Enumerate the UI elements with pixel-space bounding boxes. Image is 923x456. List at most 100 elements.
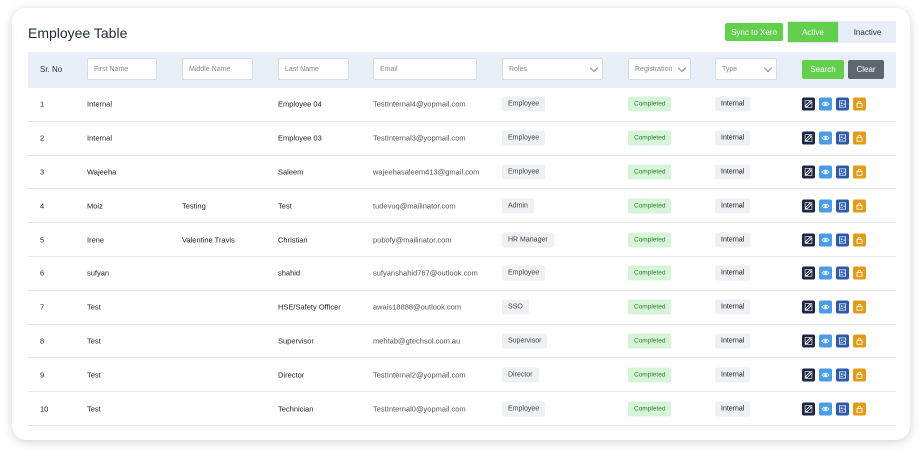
profile-button[interactable] — [836, 199, 849, 213]
profile-button[interactable] — [836, 165, 849, 179]
view-button[interactable] — [819, 368, 832, 382]
edit-button[interactable] — [802, 199, 815, 213]
lock-button[interactable] — [853, 97, 866, 111]
type-badge: Internal — [715, 333, 751, 349]
profile-button[interactable] — [836, 402, 849, 416]
table-row: 8 Test Supervisor mehtab@gtechsol.com.au Sup… — [28, 325, 896, 359]
active-toggle-button[interactable]: Active — [787, 21, 839, 43]
email-cell: TestInternal0@yopmail.com — [373, 404, 466, 414]
clear-button[interactable]: Clear — [848, 60, 884, 79]
first-name-cell: Test — [87, 336, 101, 346]
edit-button[interactable] — [802, 97, 815, 111]
sr-no-cell: 2 — [40, 133, 45, 143]
row-actions — [802, 334, 866, 348]
view-button[interactable] — [819, 233, 832, 247]
table-row: 5 Irene Valentine Travis Christian pubofy@ma… — [28, 223, 896, 257]
user-card-icon — [838, 100, 847, 109]
lock-button[interactable] — [853, 300, 866, 314]
employee-table-body: 1 Internal Employee 04 TestInternal4@yopmai… — [28, 88, 896, 426]
view-button[interactable] — [819, 300, 832, 314]
status-badge: Completed — [628, 401, 672, 417]
type-badge: Internal — [715, 96, 751, 112]
view-button[interactable] — [819, 402, 832, 416]
view-button[interactable] — [819, 97, 832, 111]
edit-button[interactable] — [802, 233, 815, 247]
last-name-input[interactable]: Last Name — [278, 58, 349, 80]
inactive-toggle-button[interactable]: Inactive — [839, 21, 896, 43]
status-badge: Completed — [628, 164, 672, 180]
chevron-down-icon — [589, 63, 599, 72]
row-actions — [802, 165, 866, 179]
profile-button[interactable] — [836, 266, 849, 280]
edit-icon — [804, 201, 813, 210]
sr-no-cell: 9 — [40, 370, 45, 380]
profile-button[interactable] — [836, 368, 849, 382]
status-badge: Completed — [628, 367, 672, 383]
role-badge: Employee — [502, 401, 546, 417]
lock-button[interactable] — [853, 165, 866, 179]
profile-button[interactable] — [836, 233, 849, 247]
profile-button[interactable] — [836, 334, 849, 348]
lock-button[interactable] — [853, 233, 866, 247]
type-select[interactable]: Type — [715, 58, 777, 80]
edit-button[interactable] — [802, 402, 815, 416]
edit-button[interactable] — [802, 368, 815, 382]
user-card-icon — [838, 370, 847, 379]
view-button[interactable] — [819, 199, 832, 213]
lock-icon — [855, 269, 864, 278]
view-button[interactable] — [819, 334, 832, 348]
edit-button[interactable] — [802, 334, 815, 348]
lock-button[interactable] — [853, 368, 866, 382]
email-input[interactable]: Email — [373, 58, 477, 80]
profile-button[interactable] — [836, 300, 849, 314]
edit-button[interactable] — [802, 266, 815, 280]
table-row: 7 Test HSE/Safety Officer awais18888@outloo… — [28, 291, 896, 325]
roles-select[interactable]: Roles — [502, 58, 603, 80]
search-button[interactable]: Search — [802, 60, 844, 79]
first-name-input[interactable]: First Name — [87, 58, 157, 80]
email-cell: wajeehasaleem413@gmail.com — [373, 167, 480, 177]
middle-name-input[interactable]: Middle Name — [182, 58, 253, 80]
lock-button[interactable] — [853, 131, 866, 145]
edit-button[interactable] — [802, 131, 815, 145]
email-cell: tudevuq@mailinator.com — [373, 201, 456, 211]
type-badge: Internal — [715, 299, 751, 315]
role-badge: Director — [502, 367, 539, 383]
sr-no-cell: 6 — [40, 268, 45, 278]
first-name-cell: Wajeeha — [87, 167, 117, 177]
user-card-icon — [838, 269, 847, 278]
status-badge: Completed — [628, 265, 672, 281]
lock-icon — [855, 370, 864, 379]
lock-button[interactable] — [853, 334, 866, 348]
user-card-icon — [838, 235, 847, 244]
edit-icon — [804, 100, 813, 109]
first-name-cell: Test — [87, 370, 101, 380]
lock-button[interactable] — [853, 199, 866, 213]
email-cell: sufyanshahid767@outlook.com — [373, 268, 478, 278]
lock-button[interactable] — [853, 402, 866, 416]
lock-button[interactable] — [853, 266, 866, 280]
role-badge: Employee — [502, 265, 546, 281]
sync-to-xero-button[interactable]: Sync to Xero — [725, 23, 783, 41]
email-cell: pubofy@mailinator.com — [373, 235, 452, 245]
edit-button[interactable] — [802, 300, 815, 314]
sr-no-cell: 5 — [40, 235, 45, 245]
edit-icon — [804, 269, 813, 278]
profile-button[interactable] — [836, 131, 849, 145]
row-actions — [802, 300, 866, 314]
edit-button[interactable] — [802, 165, 815, 179]
view-button[interactable] — [819, 165, 832, 179]
profile-button[interactable] — [836, 97, 849, 111]
status-badge: Completed — [628, 130, 672, 146]
user-card-icon — [838, 134, 847, 143]
view-button[interactable] — [819, 131, 832, 145]
type-badge: Internal — [715, 401, 751, 417]
middle-name-cell: Valentine Travis — [182, 235, 235, 245]
table-row: 6 sufyan shahid sufyanshahid767@outlook.com… — [28, 257, 896, 291]
registration-select[interactable]: Registration — [628, 58, 691, 80]
last-name-cell: Employee 04 — [278, 99, 322, 109]
row-actions — [802, 402, 866, 416]
eye-icon — [821, 167, 830, 176]
view-button[interactable] — [819, 266, 832, 280]
eye-icon — [821, 404, 830, 413]
